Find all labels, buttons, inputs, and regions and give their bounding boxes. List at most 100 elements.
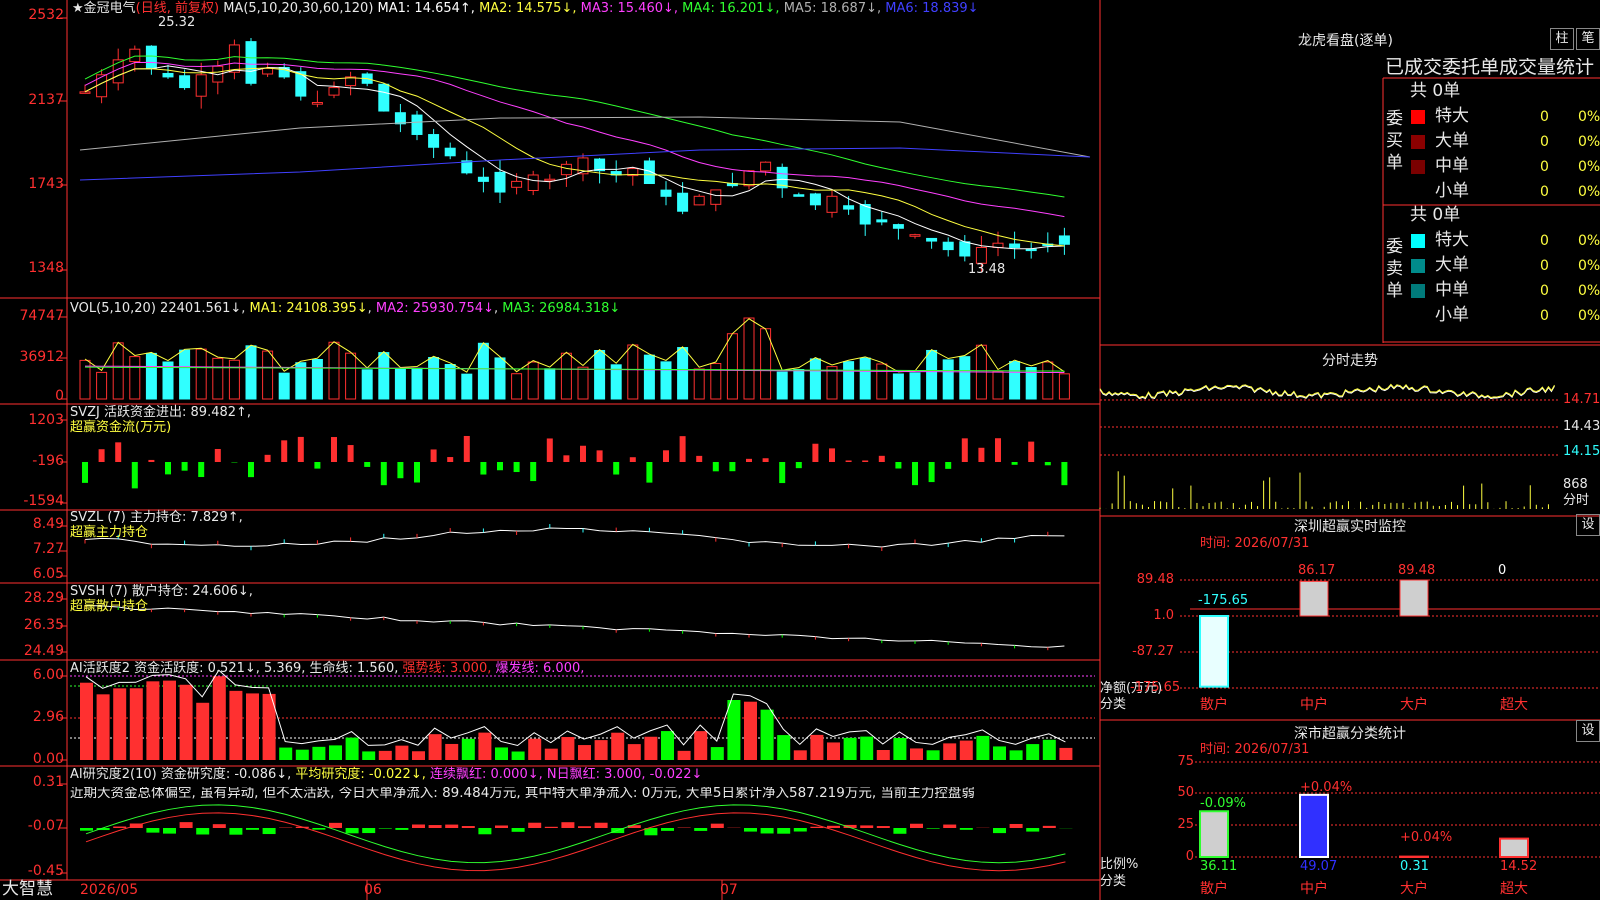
sz-monitor-settings-button[interactable]: 设: [1576, 514, 1600, 536]
volume-bar: [560, 352, 572, 400]
research-bar: [312, 828, 326, 830]
main-chart-header: ★金冠电气(日线, 前复权) MA(5,10,20,30,60,120) MA1…: [72, 2, 979, 15]
sz-monitor-bar: [1199, 615, 1229, 688]
research-bar: [163, 828, 176, 834]
sz-class-settings-button[interactable]: 设: [1576, 720, 1600, 742]
volume-bar: [793, 368, 805, 400]
price-axis-label: 1743: [28, 176, 64, 192]
candle: [1025, 248, 1037, 252]
sz-monitor-category: 超大: [1500, 697, 1528, 713]
volume-bar: [760, 328, 772, 400]
volume-bar: [129, 356, 141, 400]
candle: [677, 192, 689, 212]
research-bar: [212, 824, 226, 828]
sz-class-delta: +0.04%: [1300, 779, 1353, 795]
fund-flow-bar: [281, 440, 288, 462]
bar-mode-button[interactable]: 柱: [1550, 28, 1574, 50]
fund-flow-bar: [447, 457, 454, 462]
candle: [809, 193, 821, 206]
volume-bar: [660, 361, 672, 400]
chart-canvas[interactable]: [0, 0, 1600, 900]
fund-flow-bar: [380, 462, 387, 486]
candle: [328, 87, 340, 96]
sz-class-axis-label: 50: [1177, 785, 1194, 800]
sz-class-category: 中户: [1300, 881, 1328, 897]
activity-bar: [345, 737, 359, 760]
svzl-axis-label: 6.05: [32, 566, 64, 582]
activity-bar: [478, 732, 492, 760]
fund-flow-bar: [712, 462, 719, 472]
activity-bar: [279, 747, 293, 760]
volume-bar: [710, 363, 722, 400]
fund-flow-bar: [414, 462, 420, 483]
candle: [228, 44, 240, 73]
buy-row-value: 0: [1540, 109, 1549, 125]
research-bar: [229, 828, 243, 835]
activity-bar: [461, 738, 475, 760]
candle: [162, 72, 174, 78]
volume-bar: [228, 359, 240, 400]
research-bar: [810, 826, 824, 828]
fund-flow-bar: [729, 462, 736, 472]
fund-flow-bar: [1061, 462, 1068, 486]
tick-mode-button[interactable]: 笔: [1576, 28, 1600, 50]
research-bar: [246, 828, 259, 830]
sz-class-pct: 36.11: [1200, 859, 1238, 874]
research-bar: [893, 828, 907, 834]
volume-bar: [693, 368, 705, 400]
sz-class-bar: [1499, 837, 1529, 858]
research-bar: [993, 828, 1006, 834]
retail-holding-line: [84, 605, 1065, 648]
research-bar: [578, 826, 591, 828]
sell-row-value: 0: [1540, 233, 1549, 249]
candle: [926, 237, 938, 242]
fund-flow-bar: [1028, 441, 1035, 462]
main-force-line: [84, 527, 1065, 548]
candle: [693, 195, 705, 206]
sz-monitor-category: 中户: [1300, 697, 1328, 713]
sz-class-axis-label: 0: [1185, 849, 1194, 864]
intraday-price-label: 14.71: [1563, 392, 1600, 407]
activity-bar: [1026, 744, 1040, 760]
candle: [743, 170, 755, 187]
activity-bar: [627, 744, 641, 760]
high-price-mark: 25.32: [158, 15, 196, 30]
buy-color-swatch: [1411, 110, 1425, 124]
research-line: [85, 812, 1066, 872]
fund-flow-bar: [912, 462, 918, 486]
period-note[interactable]: (日线, 前复权): [136, 1, 219, 16]
fund-flow-bar: [513, 462, 520, 473]
ma-line: [84, 67, 1065, 247]
svzl-sub: 超赢主力持仓: [70, 525, 149, 540]
fund-flow-bar: [679, 436, 686, 462]
activity-bar: [744, 701, 757, 760]
activity-bar: [146, 681, 160, 760]
activity-bar: [793, 750, 807, 760]
volume-bar: [411, 367, 423, 400]
fund-flow-bar: [580, 445, 586, 462]
sz-class-axis-label: 25: [1177, 817, 1194, 832]
fund-flow-bar: [1011, 462, 1018, 465]
volume-bar: [345, 352, 357, 400]
activity-bar: [528, 738, 542, 760]
fund-flow-bar: [862, 460, 869, 462]
fund-flow-bar: [115, 442, 122, 462]
lhb-tabs[interactable]: 已成交委托单成交量统计: [1385, 58, 1600, 77]
research-bar: [793, 828, 807, 832]
volume-bar: [494, 357, 506, 400]
fund-flow-bar: [978, 447, 985, 462]
stock-name[interactable]: ★金冠电气: [72, 1, 136, 16]
sell-side-label: 委 卖 单: [1386, 237, 1403, 301]
sz-monitor-category: 大户: [1400, 697, 1428, 713]
activity-bar: [943, 743, 957, 760]
buy-color-swatch: [1411, 185, 1425, 199]
sz-monitor-bar: [1399, 579, 1429, 617]
fund-flow-bar: [746, 458, 752, 462]
sz-monitor-axis-label: 89.48: [1136, 572, 1174, 587]
fund-flow-bar: [546, 438, 553, 462]
sz-monitor-axis-label: -175.65: [1130, 680, 1181, 695]
fund-flow-bar: [480, 462, 487, 475]
fund-flow-bar: [463, 435, 470, 462]
volume-bar: [461, 373, 473, 400]
sz-monitor-bar-value: 89.48: [1398, 563, 1436, 578]
